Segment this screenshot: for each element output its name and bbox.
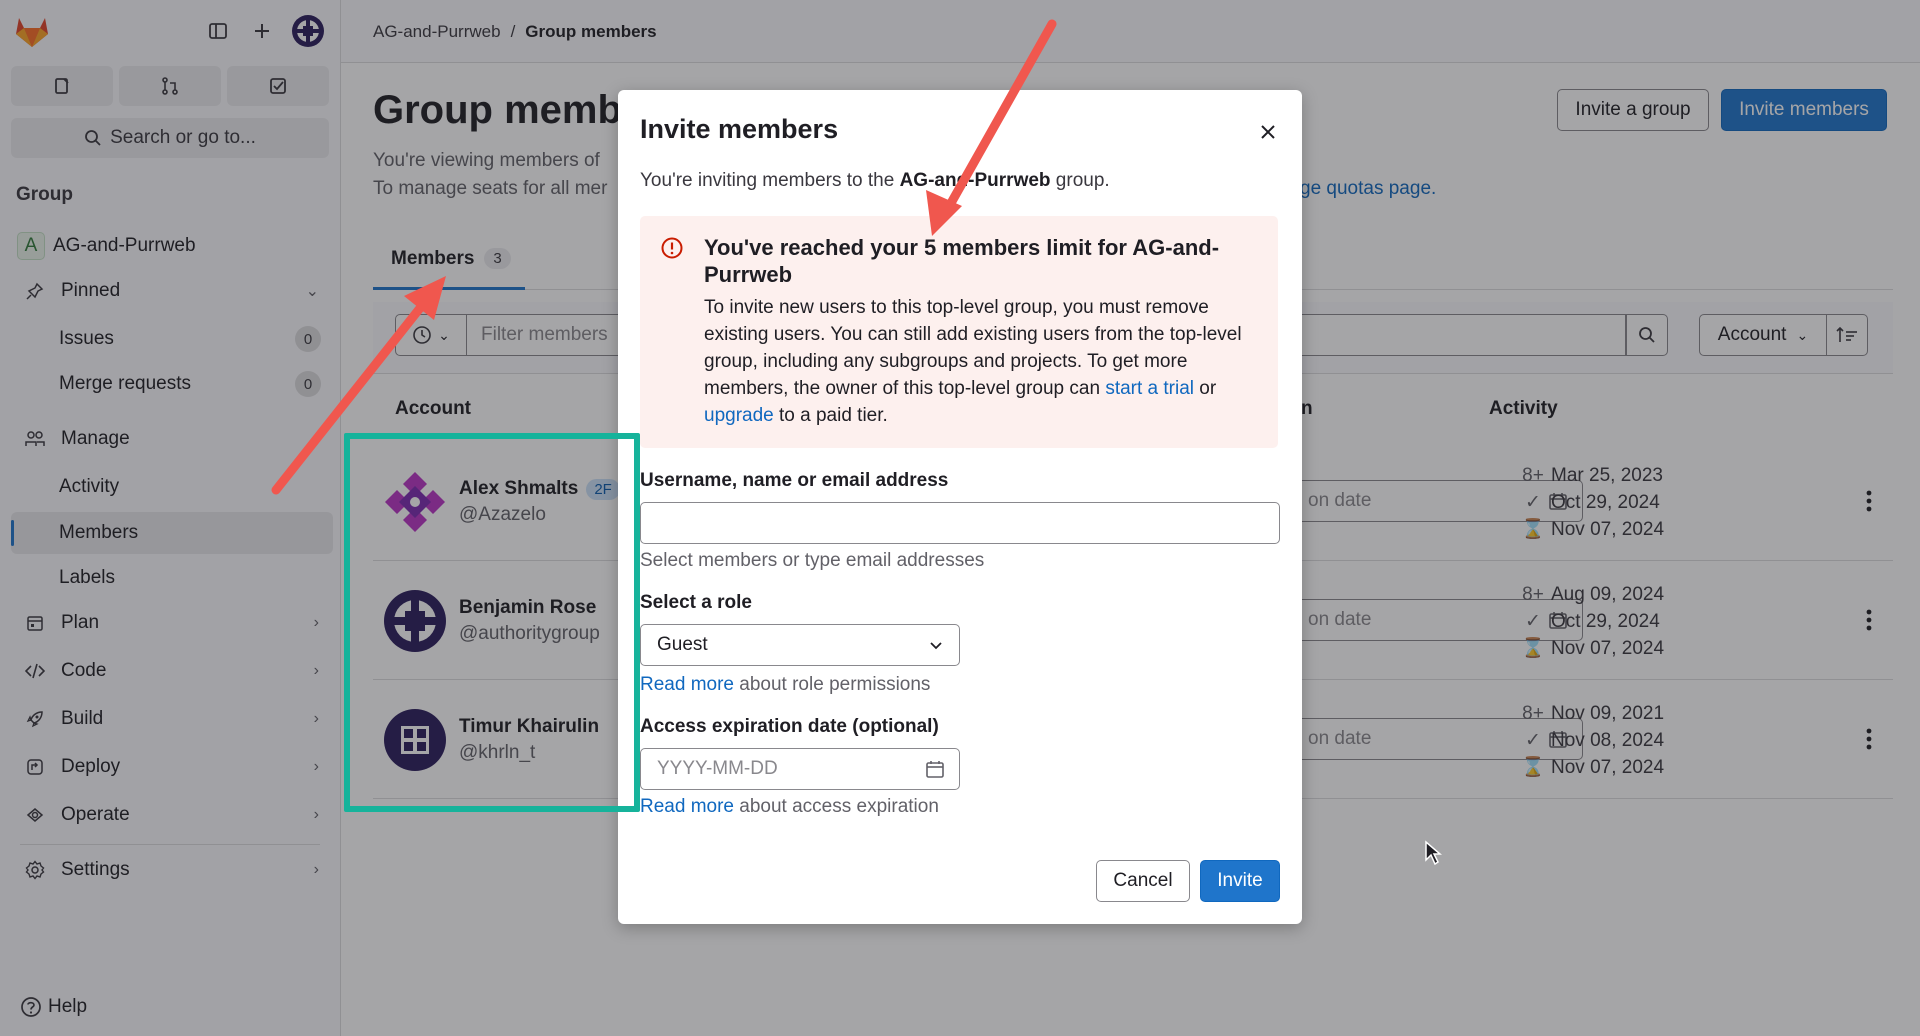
- annotation-arrow-to-limit: [926, 19, 1057, 236]
- mouse-cursor-icon: [1425, 840, 1442, 866]
- annotation-arrows: [271, 19, 1057, 495]
- annotation-arrow-to-members-tab: [271, 276, 446, 495]
